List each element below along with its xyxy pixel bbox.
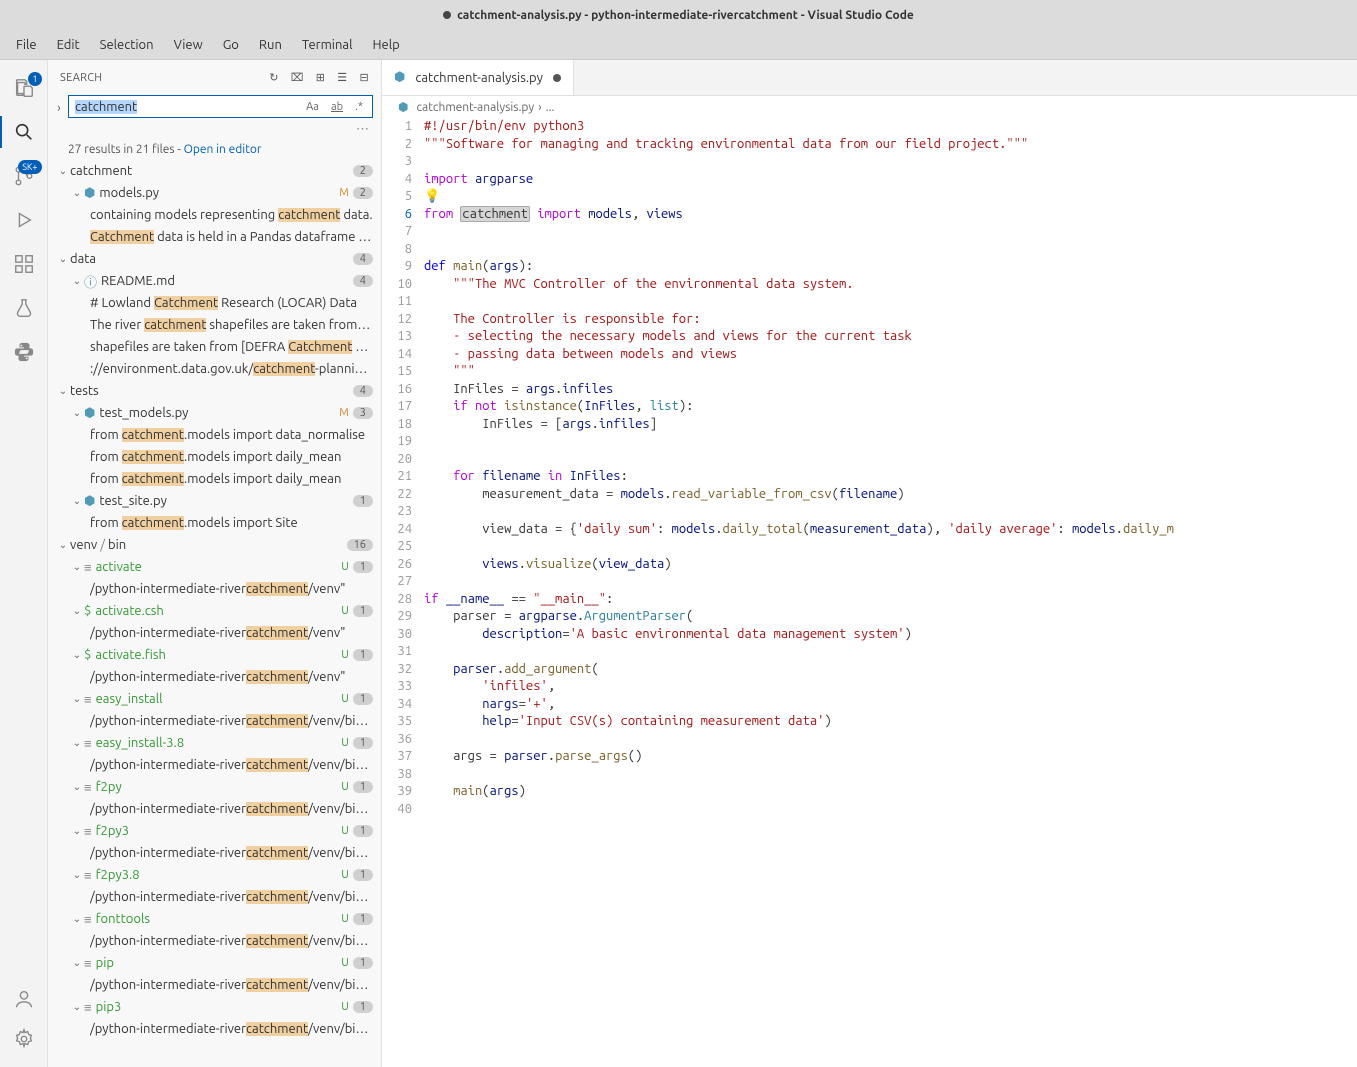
toggle-replace-icon[interactable]: › <box>52 101 66 115</box>
tab-bar: ⬢ catchment-analysis.py <box>382 60 1357 96</box>
file-test-site[interactable]: ⌄⬢test_site.py1 <box>48 490 381 512</box>
file-f2py[interactable]: ⌄≡f2pyU1 <box>48 776 381 798</box>
file-activate-fish[interactable]: ⌄$activate.fishU1 <box>48 644 381 666</box>
result-line[interactable]: /python-intermediate-rivercatchment/venv… <box>48 798 381 820</box>
tab-label: catchment-analysis.py <box>415 71 543 85</box>
folder-tests[interactable]: ⌄tests4 <box>48 380 381 402</box>
python-file-icon: ⬢ <box>394 70 405 85</box>
menu-run[interactable]: Run <box>251 34 290 56</box>
open-in-editor-link[interactable]: Open in editor <box>184 143 262 156</box>
dirty-indicator-icon <box>553 74 561 82</box>
file-activate[interactable]: ⌄≡activateU1 <box>48 556 381 578</box>
folder-data[interactable]: ⌄data4 <box>48 248 381 270</box>
file-easy-install[interactable]: ⌄≡easy_installU1 <box>48 688 381 710</box>
result-line[interactable]: /python-intermediate-rivercatchment/venv… <box>48 622 381 644</box>
result-line[interactable]: containing models representing catchment… <box>48 204 381 226</box>
code-content[interactable]: #!/usr/bin/env python3 """Software for m… <box>424 118 1357 1067</box>
testing-icon[interactable] <box>0 288 48 328</box>
result-line[interactable]: /python-intermediate-rivercatchment/venv… <box>48 754 381 776</box>
result-line[interactable]: # Lowland Catchment Research (LOCAR) Dat… <box>48 292 381 314</box>
result-line[interactable]: /python-intermediate-rivercatchment/venv… <box>48 666 381 688</box>
result-line[interactable]: /python-intermediate-rivercatchment/venv… <box>48 886 381 908</box>
result-line[interactable]: /python-intermediate-rivercatchment/venv… <box>48 930 381 952</box>
editor-tab[interactable]: ⬢ catchment-analysis.py <box>382 60 574 95</box>
menu-go[interactable]: Go <box>215 34 247 56</box>
new-search-icon[interactable]: ⊞ <box>316 71 326 84</box>
search-icon[interactable] <box>0 112 48 152</box>
regex-icon[interactable]: .* <box>352 100 366 114</box>
menu-view[interactable]: View <box>166 34 211 56</box>
scm-badge: SK+ <box>18 160 41 174</box>
menu-file[interactable]: File <box>8 34 45 56</box>
editor-area: ⬢ catchment-analysis.py ⬢ catchment-anal… <box>382 60 1357 1067</box>
sidebar-title: SEARCH <box>60 72 102 84</box>
result-line[interactable]: /python-intermediate-rivercatchment/venv… <box>48 842 381 864</box>
menu-bar: File Edit Selection View Go Run Terminal… <box>0 30 1357 60</box>
file-activate-csh[interactable]: ⌄$activate.cshU1 <box>48 600 381 622</box>
run-debug-icon[interactable] <box>0 200 48 240</box>
breadcrumb[interactable]: ⬢ catchment-analysis.py › ... <box>382 96 1357 118</box>
file-models-py[interactable]: ⌄⬢models.pyM2 <box>48 182 381 204</box>
file-f2py38[interactable]: ⌄≡f2py3.8U1 <box>48 864 381 886</box>
result-line[interactable]: Catchment data is held in a Pandas dataf… <box>48 226 381 248</box>
file-f2py3[interactable]: ⌄≡f2py3U1 <box>48 820 381 842</box>
title-bar: catchment-analysis.py - python-intermedi… <box>0 0 1357 30</box>
folder-catchment[interactable]: ⌄catchment2 <box>48 160 381 182</box>
menu-edit[interactable]: Edit <box>49 34 88 56</box>
file-test-models[interactable]: ⌄⬢test_models.pyM3 <box>48 402 381 424</box>
file-pip3[interactable]: ⌄≡pip3U1 <box>48 996 381 1018</box>
match-case-icon[interactable]: Aa <box>303 100 322 114</box>
code-editor[interactable]: 1 2 3 4 5 6 7 8 9 10 11 12 13 14 15 16 1… <box>382 118 1357 1067</box>
result-line[interactable]: The river catchment shapefiles are taken… <box>48 314 381 336</box>
accounts-icon[interactable] <box>0 979 48 1019</box>
result-line[interactable]: from catchment.models import Site <box>48 512 381 534</box>
search-more-icon[interactable]: ⋯ <box>48 122 381 139</box>
source-control-icon[interactable]: SK+ <box>0 156 48 196</box>
search-value: catchment <box>75 100 137 114</box>
file-readme[interactable]: ⌄ⓘREADME.md4 <box>48 270 381 292</box>
file-easy-install-38[interactable]: ⌄≡easy_install-3.8U1 <box>48 732 381 754</box>
dirty-dot-icon <box>443 11 451 19</box>
window-title: catchment-analysis.py - python-intermedi… <box>457 9 914 22</box>
python-icon[interactable] <box>0 332 48 372</box>
search-results-tree: ⌄catchment2 ⌄⬢models.pyM2 containing mod… <box>48 160 381 1067</box>
sidebar-header: SEARCH ↻ ⌧ ⊞ ☰ ⊟ <box>48 60 381 95</box>
result-line[interactable]: from catchment.models import daily_mean <box>48 468 381 490</box>
result-line[interactable]: from catchment.models import data_normal… <box>48 424 381 446</box>
file-pip[interactable]: ⌄≡pipU1 <box>48 952 381 974</box>
search-input[interactable]: catchment Aa ab .* <box>68 95 373 118</box>
results-summary: 27 results in 21 files - Open in editor <box>48 139 381 160</box>
line-gutter: 1 2 3 4 5 6 7 8 9 10 11 12 13 14 15 16 1… <box>382 118 424 1067</box>
whole-word-icon[interactable]: ab <box>328 100 346 114</box>
collapse-all-icon[interactable]: ⊟ <box>359 71 369 84</box>
folder-venv[interactable]: ⌄venv / bin16 <box>48 534 381 556</box>
settings-gear-icon[interactable] <box>0 1019 48 1059</box>
search-sidebar: SEARCH ↻ ⌧ ⊞ ☰ ⊟ › catchment Aa ab .* ⋯ … <box>48 60 382 1067</box>
menu-selection[interactable]: Selection <box>92 34 162 56</box>
menu-terminal[interactable]: Terminal <box>294 34 361 56</box>
clear-icon[interactable]: ⌧ <box>291 71 304 84</box>
extensions-icon[interactable] <box>0 244 48 284</box>
explorer-icon[interactable]: 1 <box>0 68 48 108</box>
view-tree-icon[interactable]: ☰ <box>337 71 347 84</box>
result-line[interactable]: /python-intermediate-rivercatchment/venv… <box>48 1018 381 1040</box>
activity-bar: 1 SK+ <box>0 60 48 1067</box>
result-line[interactable]: /python-intermediate-rivercatchment/venv… <box>48 710 381 732</box>
result-line[interactable]: from catchment.models import daily_mean <box>48 446 381 468</box>
refresh-icon[interactable]: ↻ <box>269 71 279 84</box>
python-file-icon: ⬢ <box>398 100 408 114</box>
result-line[interactable]: ://environment.data.gov.uk/catchment-pla… <box>48 358 381 380</box>
result-line[interactable]: /python-intermediate-rivercatchment/venv… <box>48 974 381 996</box>
result-line[interactable]: /python-intermediate-rivercatchment/venv… <box>48 578 381 600</box>
menu-help[interactable]: Help <box>364 34 407 56</box>
explorer-badge: 1 <box>28 72 41 86</box>
file-fonttools[interactable]: ⌄≡fonttoolsU1 <box>48 908 381 930</box>
result-line[interactable]: shapefiles are taken from [DEFRA Catchme… <box>48 336 381 358</box>
